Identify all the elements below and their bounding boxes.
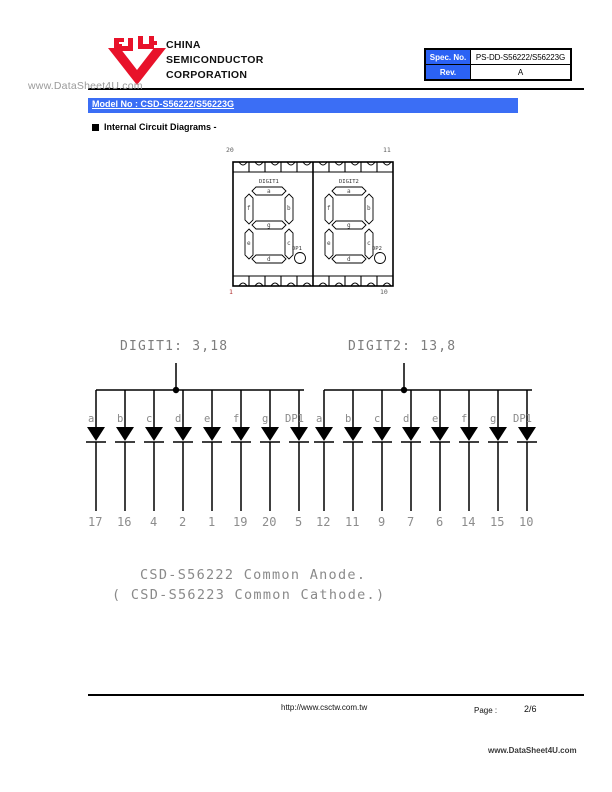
pin-number-g1-7: 20: [262, 515, 277, 529]
svg-text:b: b: [287, 205, 291, 212]
internal-circuit-schematic: DIGIT1: 3,18 DIGIT2: 13,8 a b c d e f g …: [0, 315, 612, 615]
spec-row-rev: Rev. A: [425, 64, 571, 80]
watermark-bottom: www.DataSheet4U.com: [488, 746, 577, 755]
section-heading-label: Internal Circuit Diagrams -: [104, 122, 217, 132]
spec-row-number: Spec. No. PS-DD-S56222/S56223G: [425, 49, 571, 65]
pin-number-g2-7: 15: [490, 515, 505, 529]
segment-label-g2-dp: DP1: [513, 413, 532, 425]
package-pin-top-left: 20: [226, 146, 234, 154]
package-pin-bottom-right: 10: [380, 288, 388, 296]
pin-number-g1-5: 1: [208, 515, 216, 529]
company-line-1: CHINA: [166, 39, 201, 51]
svg-text:c: c: [367, 240, 371, 247]
svg-text:f: f: [327, 205, 331, 212]
svg-text:a: a: [267, 188, 271, 195]
package-pin-top-right: 11: [383, 146, 391, 154]
section-heading: Internal Circuit Diagrams -: [92, 122, 217, 132]
svg-text:DP1: DP1: [292, 246, 302, 252]
datasheet-page: www.DataSheet4U.com CHINA SEMICONDUCTOR …: [0, 0, 612, 792]
segment-label-g1-b: b: [117, 413, 124, 425]
company-line-2: SEMICONDUCTOR: [166, 54, 264, 66]
schematic-caption-line-2: ( CSD-S56223 Common Cathode.): [112, 587, 386, 603]
svg-text:a: a: [347, 188, 351, 195]
pin-number-g2-4: 7: [407, 515, 415, 529]
segment-label-g1-dp: DP1: [285, 413, 304, 425]
footer-website-url[interactable]: http://www.csctw.com.tw: [281, 703, 367, 712]
segment-label-g2-g: g: [490, 413, 497, 425]
svg-text:g: g: [347, 222, 351, 229]
model-number-title: Model No : CSD-S56222/S56223G: [92, 99, 235, 109]
svg-text:DIGIT1: DIGIT1: [259, 179, 279, 185]
page-header: www.DataSheet4U.com CHINA SEMICONDUCTOR …: [28, 30, 584, 92]
segment-label-g1-e: e: [204, 413, 211, 425]
pin-number-g2-6: 14: [461, 515, 476, 529]
schematic-caption-line-1: CSD-S56222 Common Anode.: [140, 567, 367, 583]
svg-text:e: e: [247, 240, 251, 247]
footer-page-number: 2/6: [524, 704, 537, 714]
pin-number-g1-3: 4: [150, 515, 158, 529]
svg-text:d: d: [267, 256, 271, 263]
watermark-top: www.DataSheet4U.com: [28, 80, 143, 92]
segment-label-g2-c: c: [374, 413, 381, 425]
company-name: CHINA SEMICONDUCTOR CORPORATION: [166, 38, 264, 83]
pin-number-g1-1: 17: [88, 515, 103, 529]
segment-label-g1-f: f: [233, 413, 240, 425]
company-line-3: CORPORATION: [166, 69, 248, 81]
spec-number-value: PS-DD-S56222/S56223G: [470, 49, 571, 65]
pin-number-g1-6: 19: [233, 515, 248, 529]
square-bullet-icon: [92, 123, 99, 131]
header-divider: [88, 88, 584, 90]
pin-number-g2-2: 11: [345, 515, 360, 529]
spec-rev-value: A: [470, 64, 571, 80]
pin-number-g2-8: 10: [519, 515, 534, 529]
segment-label-g1-c: c: [146, 413, 153, 425]
pin-number-g2-3: 9: [378, 515, 386, 529]
pin-number-g1-8: 5: [295, 515, 303, 529]
package-pin-bottom-left: 1: [229, 288, 233, 296]
pin-number-g2-5: 6: [436, 515, 444, 529]
spec-table: Spec. No. PS-DD-S56222/S56223G Rev. A: [424, 48, 572, 81]
segment-label-g2-b: b: [345, 413, 352, 425]
pin-number-g2-1: 12: [316, 515, 331, 529]
segment-label-g1-a: a: [88, 413, 95, 425]
svg-text:DIGIT2: DIGIT2: [339, 179, 359, 185]
display-package-diagram: a b c d e f g a b c d e f g DIGIT1 DIGIT…: [226, 146, 398, 300]
spec-number-label: Spec. No.: [425, 49, 471, 65]
segment-label-g2-f: f: [461, 413, 468, 425]
svg-text:e: e: [327, 240, 331, 247]
segment-label-g2-a: a: [316, 413, 323, 425]
svg-text:f: f: [247, 205, 251, 212]
svg-text:b: b: [367, 205, 371, 212]
segment-label-g2-e: e: [432, 413, 439, 425]
footer-divider: [88, 694, 584, 696]
pin-number-g1-2: 16: [117, 515, 132, 529]
svg-text:c: c: [287, 240, 291, 247]
segment-label-g2-d: d: [403, 413, 410, 425]
segment-label-g1-d: d: [175, 413, 182, 425]
svg-text:d: d: [347, 256, 351, 263]
svg-text:g: g: [267, 222, 271, 229]
footer-page-label: Page :: [474, 706, 498, 715]
segment-label-g1-g: g: [262, 413, 269, 425]
pin-number-g1-4: 2: [179, 515, 187, 529]
svg-text:DP2: DP2: [372, 246, 382, 252]
spec-rev-label: Rev.: [425, 64, 471, 80]
